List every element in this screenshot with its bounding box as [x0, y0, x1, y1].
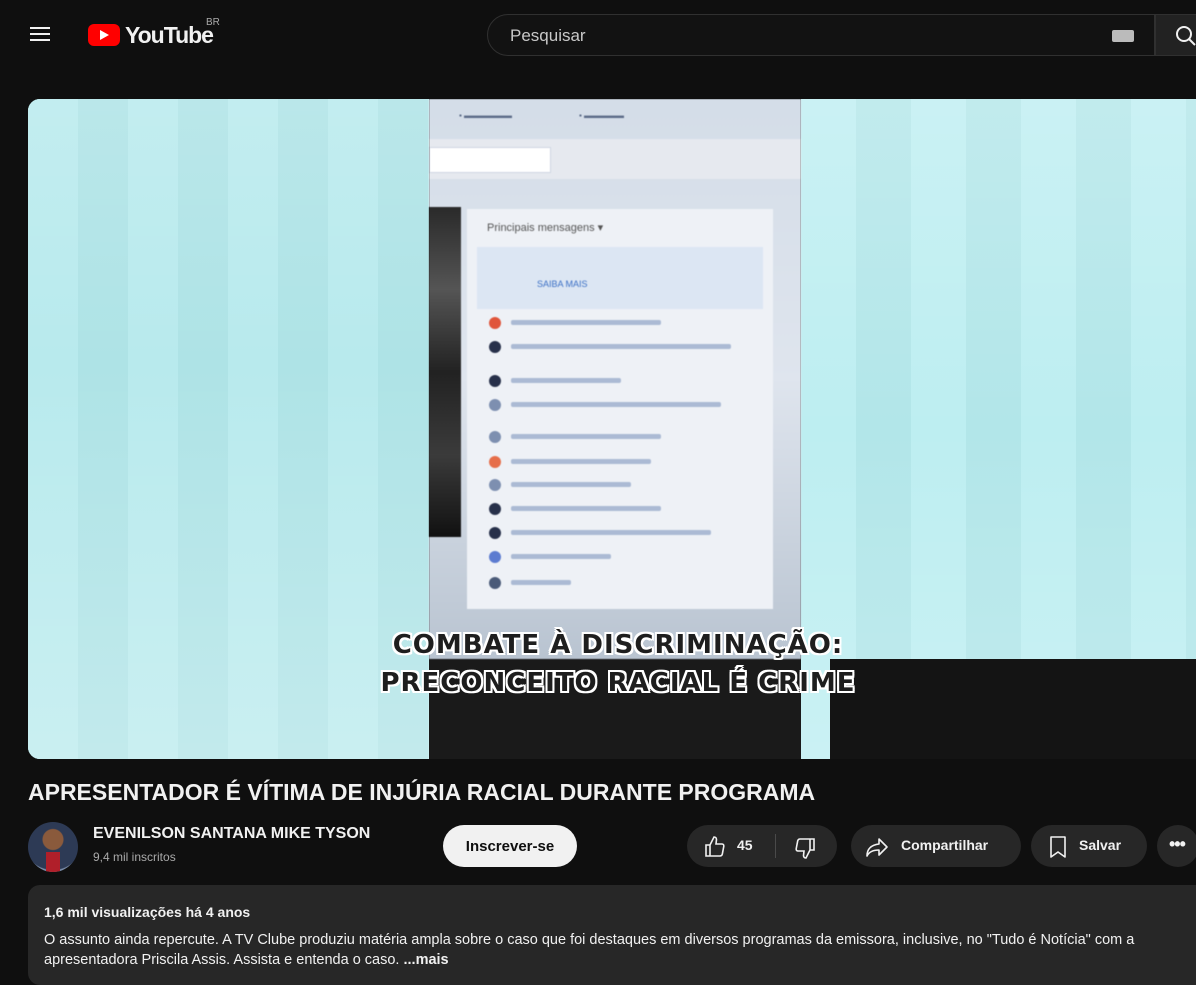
- channel-avatar[interactable]: [28, 822, 78, 872]
- play-logo-icon: [88, 24, 120, 46]
- chat-row: [489, 503, 749, 517]
- dislike-button[interactable]: [776, 825, 836, 867]
- save-button[interactable]: Salvar: [1031, 825, 1147, 867]
- masthead: YouTube BR: [0, 0, 1196, 70]
- description-body: O assunto ainda repercute. A TV Clube pr…: [44, 932, 1135, 968]
- chat-row: [489, 317, 749, 331]
- search-icon: [1176, 26, 1196, 46]
- channel-name[interactable]: EVENILSON SANTANA MIKE TYSON: [93, 825, 370, 843]
- subscribe-button[interactable]: Inscrever-se: [443, 825, 577, 867]
- bookmark-blur-1: ▪ ▬▬▬▬▬▬: [459, 111, 513, 120]
- chat-row: [489, 456, 749, 470]
- chat-row: [489, 431, 749, 445]
- logo-text: YouTube: [125, 22, 214, 48]
- thumbs-down-icon: [795, 838, 815, 859]
- video-title: APRESENTADOR É VÍTIMA DE INJÚRIA RACIAL …: [28, 779, 816, 805]
- like-button[interactable]: 45: [687, 825, 775, 867]
- description-panel[interactable]: 1,6 mil visualizações há 4 anos O assunt…: [28, 885, 1196, 985]
- video-player[interactable]: ▪ ▬▬▬▬▬▬ ▪ ▬▬▬▬▬ Principais mensagens ▾ …: [28, 99, 1196, 759]
- chat-link: SAIBA MAIS: [537, 279, 588, 289]
- chat-row: [489, 341, 749, 355]
- share-label: Compartilhar: [901, 837, 989, 853]
- caption-line-1: COMBATE À DISCRIMINAÇÃO:: [392, 630, 844, 660]
- thumbs-up-icon: [705, 836, 725, 857]
- chat-title: Principais mensagens ▾: [487, 222, 604, 234]
- search-input[interactable]: [508, 15, 1072, 57]
- chat-row: [489, 527, 749, 541]
- menu-icon[interactable]: [24, 18, 56, 50]
- browser-search-stub: [429, 147, 551, 173]
- live-chat-panel: Principais mensagens ▾ SAIBA MAIS: [467, 209, 773, 609]
- share-icon: [866, 838, 888, 857]
- chat-row: [489, 577, 749, 591]
- keyboard-icon[interactable]: [1112, 30, 1134, 42]
- share-button[interactable]: Compartilhar: [851, 825, 1021, 867]
- view-stats: 1,6 mil visualizações há 4 anos: [44, 904, 251, 920]
- chat-row: [489, 375, 749, 389]
- chat-row: [489, 479, 749, 493]
- like-count: 45: [737, 837, 753, 853]
- chat-pinned-box: SAIBA MAIS: [477, 247, 763, 309]
- country-code: BR: [206, 17, 220, 28]
- like-dislike-group: 45: [687, 825, 837, 867]
- video-caption: COMBATE À DISCRIMINAÇÃO: PRECONCEITO RAC…: [28, 626, 1196, 702]
- search-box: [487, 14, 1155, 57]
- chat-row: [489, 399, 749, 413]
- caption-line-2: PRECONCEITO RACIAL É CRIME: [380, 668, 856, 698]
- subscriber-count: 9,4 mil inscritos: [93, 850, 176, 864]
- bookmark-icon: [1050, 836, 1066, 858]
- chat-row: [489, 551, 749, 565]
- phone-screen: ▪ ▬▬▬▬▬▬ ▪ ▬▬▬▬▬ Principais mensagens ▾ …: [429, 99, 801, 659]
- more-dots-icon: •••: [1169, 834, 1186, 854]
- description-text: O assunto ainda repercute. A TV Clube pr…: [44, 930, 1174, 970]
- search-button[interactable]: [1155, 14, 1196, 56]
- save-label: Salvar: [1079, 837, 1122, 853]
- more-actions-button[interactable]: •••: [1157, 825, 1196, 867]
- video-thumbnail-strip: [429, 207, 461, 537]
- bookmark-blur-2: ▪ ▬▬▬▬▬: [579, 111, 625, 120]
